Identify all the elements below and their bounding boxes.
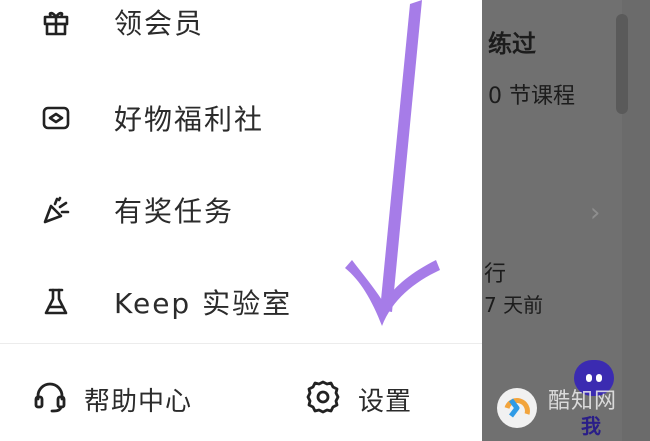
gift-icon xyxy=(40,6,72,38)
help-center-label: 帮助中心 xyxy=(84,386,193,417)
gear-icon xyxy=(304,378,342,420)
shop-box-icon xyxy=(40,102,72,134)
chevron-right-icon: › xyxy=(590,198,601,228)
help-center-button[interactable]: 帮助中心 xyxy=(32,364,192,434)
menu-item-label: 领会员 xyxy=(114,7,205,40)
watermark-text: 酷知网 xyxy=(548,389,618,414)
settings-label: 设置 xyxy=(358,386,413,417)
menu-item-keep-lab[interactable]: Keep 实验室 xyxy=(0,272,482,332)
menu-item-welfare-shop[interactable]: 好物福利社 xyxy=(0,88,482,148)
menu-item-label: 好物福利社 xyxy=(114,103,265,136)
side-drawer: 领会员 好物福利社 有奖任务 Keep 实验室 帮助中心 设置 xyxy=(0,0,482,441)
menu-item-membership[interactable]: 领会员 xyxy=(0,0,482,52)
party-popper-icon xyxy=(40,194,72,226)
menu-item-label: Keep 实验室 xyxy=(114,287,293,320)
trained-title: 练过 xyxy=(488,30,536,58)
flask-icon xyxy=(40,286,72,318)
headset-icon xyxy=(32,379,68,419)
course-count: 0 节课程 xyxy=(488,84,575,109)
menu-item-label: 有奖任务 xyxy=(114,195,235,228)
record-time: 7 天前 xyxy=(484,293,544,317)
settings-button[interactable]: 设置 xyxy=(304,364,412,434)
record-fragment: 行 xyxy=(484,262,507,287)
menu-item-reward-tasks[interactable]: 有奖任务 xyxy=(0,180,482,240)
scrollbar[interactable] xyxy=(616,14,628,114)
footer-divider xyxy=(0,343,482,344)
